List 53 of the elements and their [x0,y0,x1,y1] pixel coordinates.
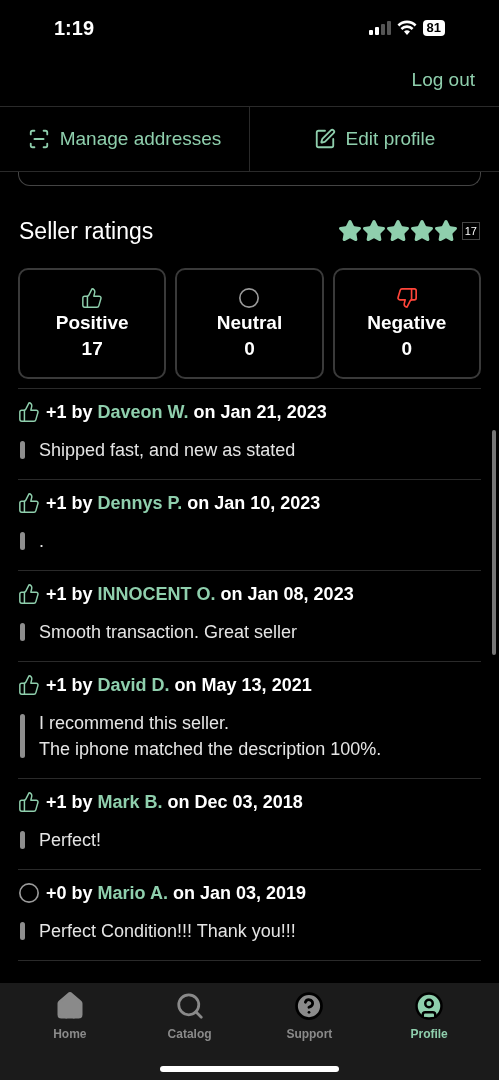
logout-button[interactable]: Log out [411,66,475,95]
review-header: +1 by Mark B. on Dec 03, 2018 [46,790,303,814]
star-icon [433,219,458,243]
section-title: Seller ratings [19,216,154,246]
signal-icon [368,20,391,35]
review-comment: Shipped fast, and new as stated [39,439,296,462]
circle-icon [238,286,261,309]
rating-count: 17 [461,222,480,240]
tab[interactable]: Support [264,991,355,1047]
thumbs-up-icon [18,674,40,696]
thumbs-up-icon [18,492,40,514]
quote-bar [20,922,25,940]
star-icon [409,219,434,243]
thumbs-up-icon [18,401,40,423]
profile-icon [414,991,445,1021]
edit-icon [313,128,336,150]
wifi-icon [396,20,417,35]
scan-icon [27,128,50,150]
quote-bar [20,831,25,849]
thumbs-down-icon [395,286,418,309]
battery-indicator: 81 [422,19,445,36]
help-icon [294,991,325,1021]
status-time: 1:19 [54,15,95,41]
edit-profile-button[interactable]: Edit profile [249,107,499,171]
review-header: +1 by Dennys P. on Jan 10, 2023 [46,491,321,515]
rating-summary-card: Negative 0 [332,268,481,379]
thumbs-up-icon [18,791,40,813]
quote-bar [20,623,25,641]
review-comment: . [39,530,44,553]
thumbs-up-icon [18,583,40,605]
quote-bar [20,441,25,459]
quote-bar [20,532,25,550]
review-comment: Perfect! [39,829,102,852]
rating-summary-card: Positive 17 [18,268,167,379]
rating-summary-card: Neutral 0 [175,268,324,379]
search-icon [174,991,205,1021]
review-header: +1 by Daveon W. on Jan 21, 2023 [46,400,327,424]
review-comment: Smooth transaction. Great seller [39,621,298,644]
quote-bar [20,714,25,758]
tab[interactable]: Profile [384,991,475,1047]
manage-addresses-button[interactable]: Manage addresses [0,107,249,171]
review-header: +0 by Mario A. on Jan 03, 2019 [46,881,306,905]
circle-icon [18,882,40,904]
thumbs-up-icon [81,286,104,309]
star-icon [361,219,386,243]
tab[interactable]: Catalog [144,991,235,1047]
tab[interactable]: Home [24,991,115,1047]
review-header: +1 by David D. on May 13, 2021 [46,673,312,697]
review-comment: Perfect Condition!!! Thank you!!! [39,920,296,943]
review-header: +1 by INNOCENT O. on Jan 08, 2023 [46,582,354,606]
star-icon [385,219,410,243]
review-comment: I recommend this seller. The iphone matched the description 100%. [39,712,382,761]
star-icon [337,219,362,243]
